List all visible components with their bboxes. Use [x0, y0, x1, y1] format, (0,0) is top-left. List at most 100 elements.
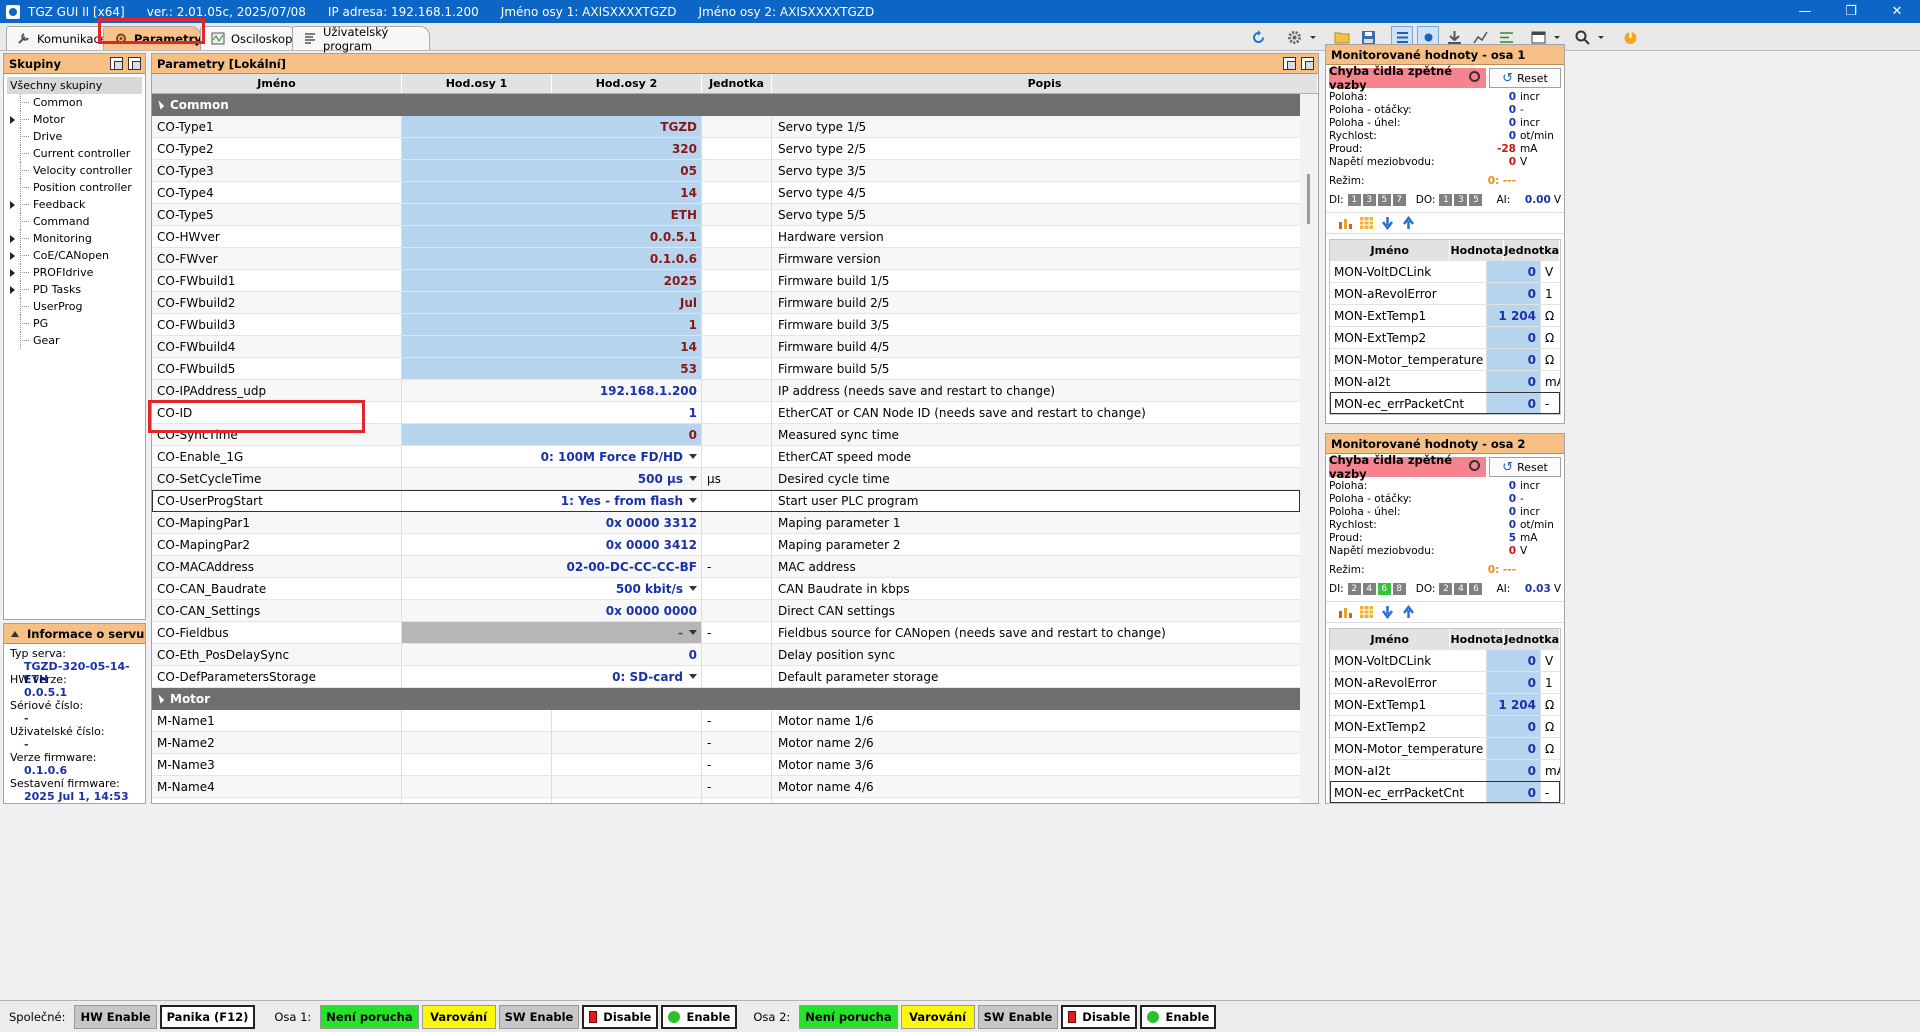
param-value-axis2[interactable] [552, 732, 702, 753]
param-row[interactable]: CO-HWver 0.0.5.1 Hardware version [152, 226, 1300, 248]
monitor-grid-row[interactable]: MON-aRevolError 0 1 [1330, 282, 1560, 304]
param-value[interactable]: 0x 0000 3412 [402, 534, 702, 555]
scroll-thumb[interactable] [1307, 174, 1310, 224]
param-row[interactable]: CO-Type1 TGZD Servo type 1/5 [152, 116, 1300, 138]
col-value[interactable]: Hodnota [1450, 240, 1505, 260]
section-header[interactable]: Common [152, 94, 1300, 116]
group-item[interactable]: PD Tasks [4, 281, 145, 298]
param-value-axis1[interactable] [402, 776, 552, 797]
col-unit[interactable]: Jednotka [702, 74, 772, 93]
monitor-grid-row[interactable]: MON-Motor_temperature 0 Ω [1330, 348, 1560, 370]
enable-button[interactable]: Enable [1140, 1004, 1217, 1029]
tab-uzivatelsky-program[interactable]: Uživatelský program [292, 25, 430, 53]
search-icon[interactable] [1469, 460, 1480, 471]
param-value[interactable]: 500 µs [402, 468, 702, 489]
param-value[interactable]: 1: Yes - from flash [402, 490, 702, 511]
chart-icon[interactable] [1338, 216, 1353, 230]
arrow-down-icon[interactable] [1380, 216, 1395, 231]
param-value[interactable]: 02-00-DC-CC-CC-BF [402, 556, 702, 577]
tab-parametry[interactable]: Parametry [103, 26, 202, 50]
group-item[interactable]: Monitoring [4, 230, 145, 247]
param-row[interactable]: CO-Type2 320 Servo type 2/5 [152, 138, 1300, 160]
expand-arrow-icon[interactable] [10, 269, 15, 277]
chevron-down-icon[interactable] [1309, 26, 1317, 48]
monitor-grid-row[interactable]: MON-ExtTemp2 0 Ω [1330, 326, 1560, 348]
col-name[interactable]: Jméno [1330, 240, 1451, 260]
group-item[interactable]: CoE/CANopen [4, 247, 145, 264]
restore-panel-icon[interactable] [1283, 57, 1296, 70]
grid-icon[interactable] [1359, 216, 1374, 230]
dock-panel-icon[interactable] [1301, 57, 1314, 70]
param-row[interactable]: CO-FWbuild3 1 Firmware build 3/5 [152, 314, 1300, 336]
disable-button[interactable]: Disable [1061, 1004, 1138, 1029]
param-row[interactable]: CO-Type3 05 Servo type 3/5 [152, 160, 1300, 182]
param-row[interactable]: M-Name3 - Motor name 3/6 [152, 754, 1300, 776]
param-row[interactable]: CO-SyncTime 0 Measured sync time [152, 424, 1300, 446]
param-row[interactable]: CO-Enable_1G 0: 100M Force FD/HD EtherCAT … [152, 446, 1300, 468]
col-name[interactable]: Jméno [152, 74, 402, 93]
chevron-down-icon[interactable] [689, 586, 697, 591]
settings-icon[interactable] [1283, 26, 1305, 48]
minimize-icon[interactable]: — [1782, 0, 1828, 23]
param-value[interactable]: 0: SD-card [402, 666, 702, 687]
param-value-axis2[interactable] [552, 754, 702, 775]
group-item[interactable]: UserProg [4, 298, 145, 315]
monitor-grid-row[interactable]: MON-aI2t0 mA [1330, 370, 1560, 392]
error-indicator[interactable]: Chyba čidla zpětné vazby [1329, 453, 1486, 481]
group-item[interactable]: Position controller [4, 179, 145, 196]
param-value[interactable]: 0 [402, 644, 702, 665]
param-value[interactable]: 0: 100M Force FD/HD [402, 446, 702, 467]
error-indicator[interactable]: Chyba čidla zpětné vazby [1329, 64, 1486, 92]
monitor-grid-row[interactable]: MON-aRevolError 0 1 [1330, 671, 1560, 693]
group-item[interactable]: Feedback [4, 196, 145, 213]
param-value[interactable]: 0x 0000 0000 [402, 600, 702, 621]
param-row[interactable]: CO-Eth_PosDelaySync 0 Delay position sync [152, 644, 1300, 666]
param-row[interactable]: CO-FWbuild4 14 Firmware build 4/5 [152, 336, 1300, 358]
expand-arrow-icon[interactable] [10, 201, 15, 209]
monitor-grid-row[interactable]: MON-Motor_temperature 0 Ω [1330, 737, 1560, 759]
monitor-grid-row[interactable]: MON-ExtTemp1 1 204 Ω [1330, 304, 1560, 326]
param-row[interactable]: CO-IPAddress_udp 192.168.1.200 IP address … [152, 380, 1300, 402]
chevron-down-icon[interactable] [689, 630, 697, 635]
param-value-axis2[interactable] [552, 798, 702, 803]
search-icon[interactable] [1571, 26, 1593, 48]
col-desc[interactable]: Popis [772, 74, 1318, 93]
expand-arrow-icon[interactable] [10, 116, 15, 124]
chart-icon[interactable] [1338, 605, 1353, 619]
col-name[interactable]: Jméno [1330, 629, 1451, 649]
servo-info-header[interactable]: Informace o servu [4, 624, 145, 644]
group-item[interactable]: Všechny skupiny [7, 77, 142, 94]
param-row[interactable]: CO-MapingPar1 0x 0000 3312 Maping paramete… [152, 512, 1300, 534]
param-row[interactable]: CO-Type4 14 Servo type 4/5 [152, 182, 1300, 204]
param-row[interactable]: M-Name5 -Motor name 5/6 [152, 798, 1300, 803]
close-icon[interactable]: ✕ [1874, 0, 1920, 23]
monitor-grid-row[interactable]: MON-ExtTemp1 1 204 Ω [1330, 693, 1560, 715]
param-row[interactable]: CO-SetCycleTime 500 µs µs Desired cycle tim… [152, 468, 1300, 490]
enable-button[interactable]: Enable [661, 1004, 738, 1029]
disable-button[interactable]: Disable [582, 1004, 659, 1029]
param-row[interactable]: M-Name4 - Motor name 4/6 [152, 776, 1300, 798]
param-row[interactable]: CO-FWbuild2 Jul Firmware build 2/5 [152, 292, 1300, 314]
col-value[interactable]: Hodnota [1450, 629, 1505, 649]
tab-osciloskop[interactable]: Osciloskop [200, 26, 298, 50]
expand-arrow-icon[interactable] [10, 252, 15, 260]
expand-arrow-icon[interactable] [10, 286, 15, 294]
chevron-down-icon[interactable] [689, 454, 697, 459]
group-item[interactable]: PROFIdrive [4, 264, 145, 281]
param-value[interactable]: 192.168.1.200 [402, 380, 702, 401]
arrow-up-icon[interactable] [1401, 604, 1416, 619]
group-item[interactable]: Common [4, 94, 145, 111]
col-v1[interactable]: Hod.osy 1 [402, 74, 552, 93]
param-row[interactable]: M-Name2 - Motor name 2/6 [152, 732, 1300, 754]
param-value[interactable]: 1 [402, 402, 702, 423]
param-value-axis2[interactable] [552, 710, 702, 731]
monitor-grid-row[interactable]: MON-ec_errPacketCnt 0- [1330, 781, 1560, 803]
params-scrollbar[interactable] [1300, 94, 1318, 803]
chevron-down-icon[interactable] [689, 476, 697, 481]
col-v2[interactable]: Hod.osy 2 [552, 74, 702, 93]
param-value-axis1[interactable] [402, 754, 552, 775]
param-row[interactable]: CO-CAN_Settings 0x 0000 0000 Direct CAN se… [152, 600, 1300, 622]
panic-button[interactable]: Panika (F12) [159, 1004, 256, 1029]
refresh-icon[interactable] [1247, 26, 1269, 48]
group-item[interactable]: Motor [4, 111, 145, 128]
